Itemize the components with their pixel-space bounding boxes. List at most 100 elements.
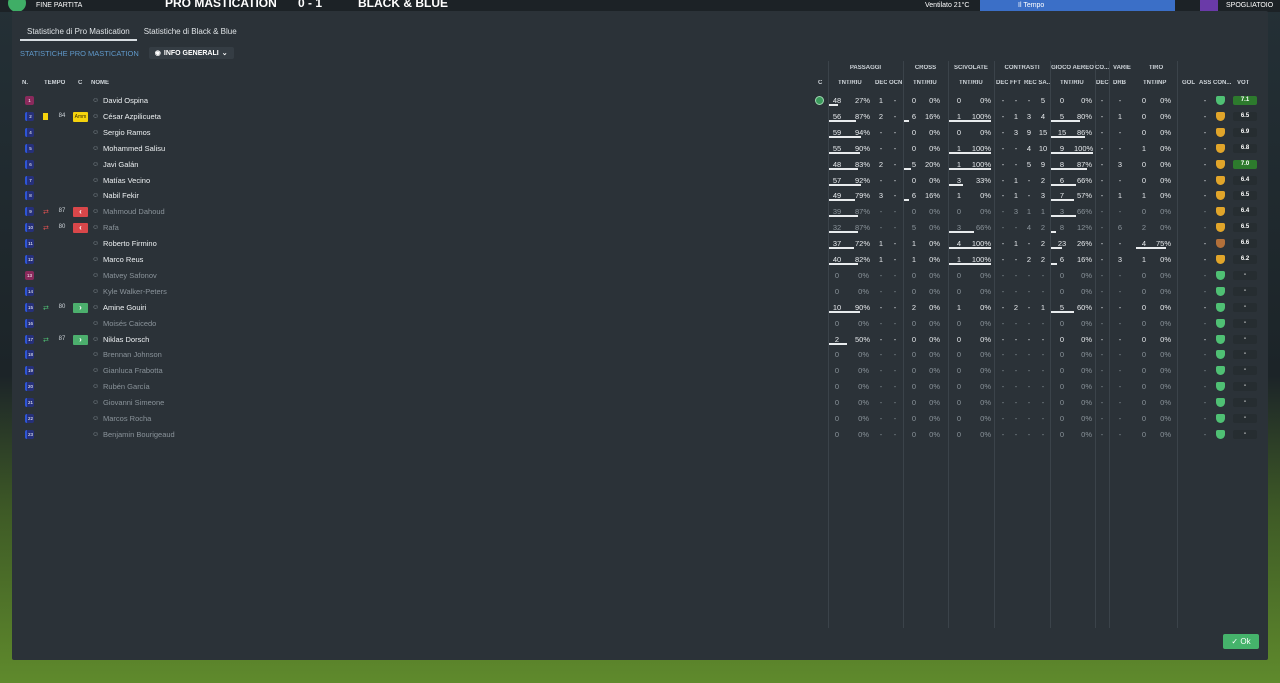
player-name[interactable]: Mohammed Salisu [103,141,165,156]
duels-decisive: - [1001,270,1005,280]
goals [1182,300,1194,315]
table-row[interactable]: 16 ☺ Moisés Caicedo 0 0% - -0 0% 0 0% - - - -0 0% - -0 0%… [12,316,1268,331]
passes-pct: 0% [858,366,869,376]
player-name[interactable]: Giovanni Simeone [103,395,164,410]
dribbles: 6 [1117,223,1123,233]
tackles-attempted: 0 [956,96,962,105]
table-row[interactable]: 17 ⇄ 87 › ☺ Niklas Dorsch 2 50% - -0 0% 0 0% - - - -0 0% -… [12,332,1268,347]
player-name[interactable]: Brennan Johnson [103,347,162,362]
passes-ocn: - [893,318,897,328]
player-name[interactable]: Benjamin Bourigeaud [103,427,175,442]
table-row[interactable]: 10 ⇄ 80 ‹ ☺ Rafa 32 87% - -5 0% 3 66% - -4 2 8 12% -6 2 0% -6… [12,220,1268,235]
passes-decisive: - [879,398,883,408]
ok-button[interactable]: ✓ Ok [1223,634,1259,649]
assists: - [1203,175,1207,185]
table-row[interactable]: 2 84 Amm ☺ César Azpilicueta 56 87% 2-6 16% 1 100%… [12,109,1268,124]
table-row[interactable]: 18 ☺ Brennan Johnson 0 0% - -0 0% 0 0% - - - -0 0% - -0 0… [12,347,1268,362]
player-name[interactable]: Javi Galán [103,157,138,172]
table-row[interactable]: 21 ☺ Giovanni Simeone 0 0% - -0 0% 0 0% - - - -0 0% - -0… [12,395,1268,410]
player-name[interactable]: Kyle Walker-Peters [103,284,167,299]
cross-attempted: 2 [911,302,917,312]
player-name[interactable]: Amine Gouiri [103,300,146,315]
player-name[interactable]: Niklas Dorsch [103,332,149,347]
table-row[interactable]: 5 ☺ Mohammed Salisu 55 90% - -0 0% 1 100% - -4 10 9 10… [12,141,1268,156]
condition-shield-icon [1216,127,1225,137]
shirt-number-icon: 5 [25,143,34,153]
shirt-number-icon: 16 [25,318,34,328]
table-row[interactable]: 20 ☺ Rubén García 0 0% - -0 0% 0 0% - - - -0 0% - -0 0% - - [12,379,1268,394]
table-row[interactable]: 19 ☺ Gianluca Frabotta 0 0% - -0 0% 0 0% - - - -0 0% - -… [12,363,1268,378]
player-name[interactable]: Mahmoud Dahoud [103,204,165,219]
table-row[interactable]: 13 ☺ Matvey Safonov 0 0% - -0 0% 0 0% - - - -0 0% - -0 0%… [12,268,1268,283]
player-name[interactable]: Rubén García [103,379,150,394]
shots-attempted: 1 [1141,143,1147,153]
dribbles: 3 [1117,255,1123,264]
duels-recoveries: - [1027,334,1031,344]
player-name[interactable]: Marco Reus [103,252,143,267]
passes-pct: 0% [858,350,869,360]
player-name[interactable]: Nabil Fekir [103,188,139,203]
duels-recoveries: 9 [1026,127,1032,137]
dribbles: - [1118,334,1122,344]
player-name[interactable]: Roberto Firmino [103,236,157,251]
table-row[interactable]: 12 ☺ Marco Reus 40 82% 1-1 0% 1 100% - -2 2 6 16% -3 1 0… [12,252,1268,267]
column-header-n: N. [22,80,28,86]
dressing-room-button[interactable]: SPOGLIATOIO [1226,1,1273,11]
passes-ocn: - [893,223,897,233]
table-row[interactable]: 11 ☺ Roberto Firmino 37 72% 1-1 0% 4 100% -1-2 23 2… [12,236,1268,251]
passes-pct: 0% [858,286,869,296]
passes-ocn: - [893,414,897,423]
cross-attempted: 0 [911,398,917,408]
group-header-cross: CROSS [914,65,937,71]
tackles-bar [949,167,991,170]
shirt-number-icon: 10 [25,223,34,233]
player-name[interactable]: David Ospina [103,93,148,108]
table-row[interactable]: 15 ⇄ 80 › ☺ Amine Gouiri 10 90% - -2 0% 1 0% -2-1 5 60%… [12,300,1268,315]
sub-out-badge: ‹ [73,207,88,218]
duels-saved: 5 [1040,96,1046,105]
shots-attempted: 0 [1141,366,1147,376]
minute-played: 84 [58,112,66,119]
player-name[interactable]: Matías Vecino [103,173,150,188]
cross-pct: 0% [929,350,940,360]
duels-fouls: - [1014,350,1018,360]
condition-shield-icon [1216,111,1225,121]
player-name[interactable]: Moisés Caicedo [103,316,156,331]
aerial-attempted: 8 [1059,223,1065,233]
duels-saved: 10 [1038,143,1048,153]
duels-fouls: - [1014,96,1018,105]
group-header-contrasti: CONTRASTI [1004,65,1040,71]
player-name[interactable]: Gianluca Frabotta [103,363,163,378]
aerial-pct: 0% [1081,382,1092,392]
table-row[interactable]: 14 ☺ Kyle Walker-Peters 0 0% - -0 0% 0 0% - - - -0 0% -… [12,284,1268,299]
table-row[interactable]: 4 ☺ Sergio Ramos 59 94% - -0 0% 0 0% -3 9 15 15 86% - -0… [12,125,1268,140]
tackles-pct: 33% [975,175,991,185]
duels-decisive: - [1001,398,1005,408]
passes-decisive: - [879,429,883,439]
player-name[interactable]: Matvey Safonov [103,268,157,283]
player-avatar-icon: ☺ [92,112,100,120]
duels-decisive: - [1001,239,1005,249]
table-row[interactable]: 6 ☺ Javi Galán 48 83% 2-5 20% 1 100% - -5 9 8 87% -3 0 0… [12,157,1268,172]
shirt-number-icon: 4 [25,127,34,137]
player-name[interactable]: Sergio Ramos [103,125,151,140]
co-decisive: - [1100,350,1104,360]
assists: - [1203,334,1207,344]
table-row[interactable]: 8 ☺ Nabil Fekir 49 79% 3-6 16% 1 0% -1-3 7 57% -1 1 0%… [12,188,1268,203]
player-avatar-icon: ☺ [92,415,100,422]
table-row[interactable]: 9 ⇄ 87 ‹ ☺ Mahmoud Dahoud 39 87% - -0 0% 0 0% -3 1 1 3 66… [12,204,1268,219]
table-row[interactable]: 7 ☺ Matías Vecino 57 92% - -0 0% 3 33% -1-2 6 66% - -0… [12,173,1268,188]
duels-fouls: 3 [1013,207,1019,217]
duels-recoveries: - [1027,302,1031,312]
table-row[interactable]: 1 ☺ David Ospina 48 27% 1-0 0% 0 0% - - -5 0 0% - -0 0% -… [12,93,1268,108]
cross-attempted: 0 [911,382,917,392]
aerial-attempted: 0 [1059,414,1065,423]
table-row[interactable]: 23 ☺ Benjamin Bourigeaud 0 0% - -0 0% 0 0% - - - -0 0%… [12,427,1268,442]
assists: - [1203,429,1207,439]
duels-fouls: 1 [1013,239,1019,249]
player-name[interactable]: César Azpilicueta [103,109,161,124]
passes-decisive: - [879,143,883,153]
player-name[interactable]: Marcos Rocha [103,411,151,426]
table-row[interactable]: 22 ☺ Marcos Rocha 0 0% - -0 0% 0 0% - - - -0 0% - -0 0% - - [12,411,1268,426]
player-name[interactable]: Rafa [103,220,119,235]
